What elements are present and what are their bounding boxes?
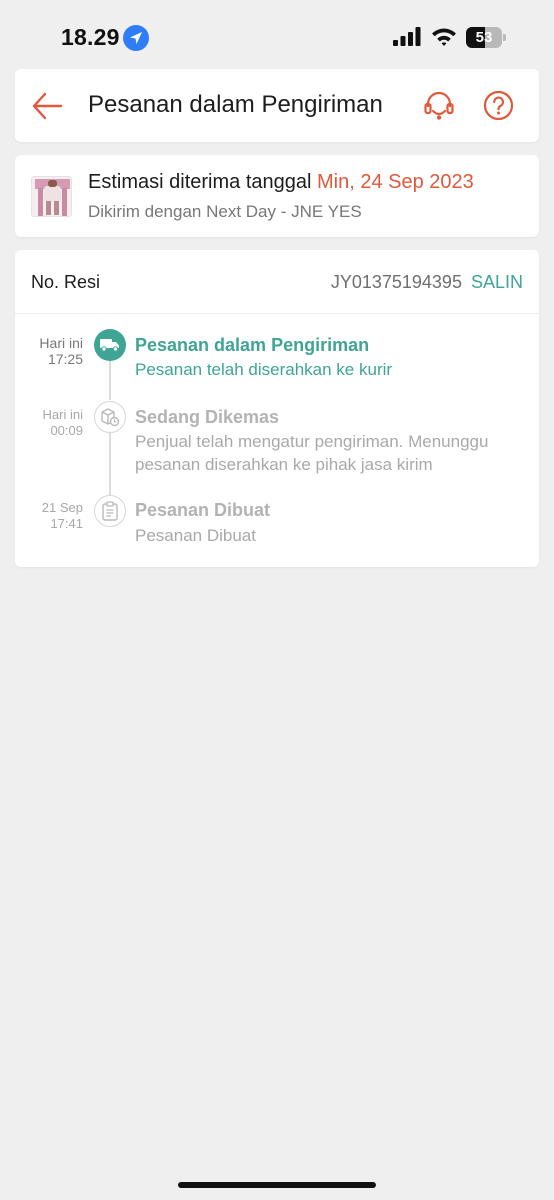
event-date: Hari ini 00:09 — [15, 407, 83, 439]
event-description: Penjual telah mengatur pengiriman. Menun… — [135, 432, 489, 474]
clipboard-icon — [101, 500, 118, 521]
event-description: Pesanan telah diserahkan ke kurir — [135, 360, 393, 379]
tracking-card: No. Resi JY01375194395 SALIN Hari ini 17… — [15, 250, 539, 567]
home-indicator[interactable] — [178, 1182, 376, 1188]
tracking-number: JY01375194395 — [330, 272, 462, 292]
event-day: Hari ini — [39, 335, 83, 351]
product-thumbnail — [31, 176, 72, 217]
header-bar: Pesanan dalam Pengiriman — [15, 69, 539, 142]
event-time: 17:25 — [47, 351, 83, 367]
courier-info: Dikirim dengan Next Day - JNE YES — [88, 202, 362, 221]
question-circle-icon[interactable] — [483, 90, 514, 121]
estimate-text: Estimasi diterima tanggal Min, 24 Sep 20… — [88, 171, 474, 194]
truck-icon — [100, 339, 119, 352]
tracking-number-label: No. Resi — [31, 272, 101, 292]
event-description: Pesanan Dibuat — [135, 526, 256, 545]
timeline-connector — [109, 360, 111, 400]
event-time: 17:41 — [50, 516, 83, 531]
delivery-estimate-card: Estimasi diterima tanggal Min, 24 Sep 20… — [15, 155, 539, 237]
cellular-signal-icon — [393, 27, 421, 46]
package-clock-icon — [100, 407, 119, 426]
wifi-icon — [432, 28, 456, 46]
event-date: 21 Sep 17:41 — [15, 500, 83, 532]
timeline-node — [94, 329, 126, 361]
arrow-left-icon[interactable] — [31, 91, 63, 121]
timeline-node — [94, 401, 126, 433]
event-title: Pesanan Dibuat — [135, 500, 271, 520]
estimate-label: Estimasi diterima tanggal — [88, 171, 312, 193]
event-title: Pesanan dalam Pengiriman — [135, 335, 370, 355]
event-day: Hari ini — [42, 407, 83, 422]
location-arrow-icon — [123, 25, 149, 51]
page-title: Pesanan dalam Pengiriman — [88, 91, 383, 118]
status-time: 18.29 — [61, 24, 120, 50]
copy-button[interactable]: SALIN — [471, 272, 523, 292]
timeline-connector — [109, 433, 111, 497]
battery-icon: 53 — [466, 27, 506, 48]
timeline-node — [94, 495, 126, 527]
divider — [15, 313, 539, 314]
tracking-number-row: JY01375194395 SALIN — [331, 272, 523, 293]
event-date: Hari ini 17:25 — [15, 335, 83, 367]
event-day: 21 Sep — [41, 500, 83, 515]
headset-icon[interactable] — [423, 90, 455, 122]
status-bar: 18.29 53 — [0, 0, 554, 70]
event-title: Sedang Dikemas — [135, 407, 280, 427]
event-time: 00:09 — [50, 423, 83, 438]
battery-level: 53 — [475, 29, 493, 46]
estimate-date: Min, 24 Sep 2023 — [317, 171, 474, 193]
